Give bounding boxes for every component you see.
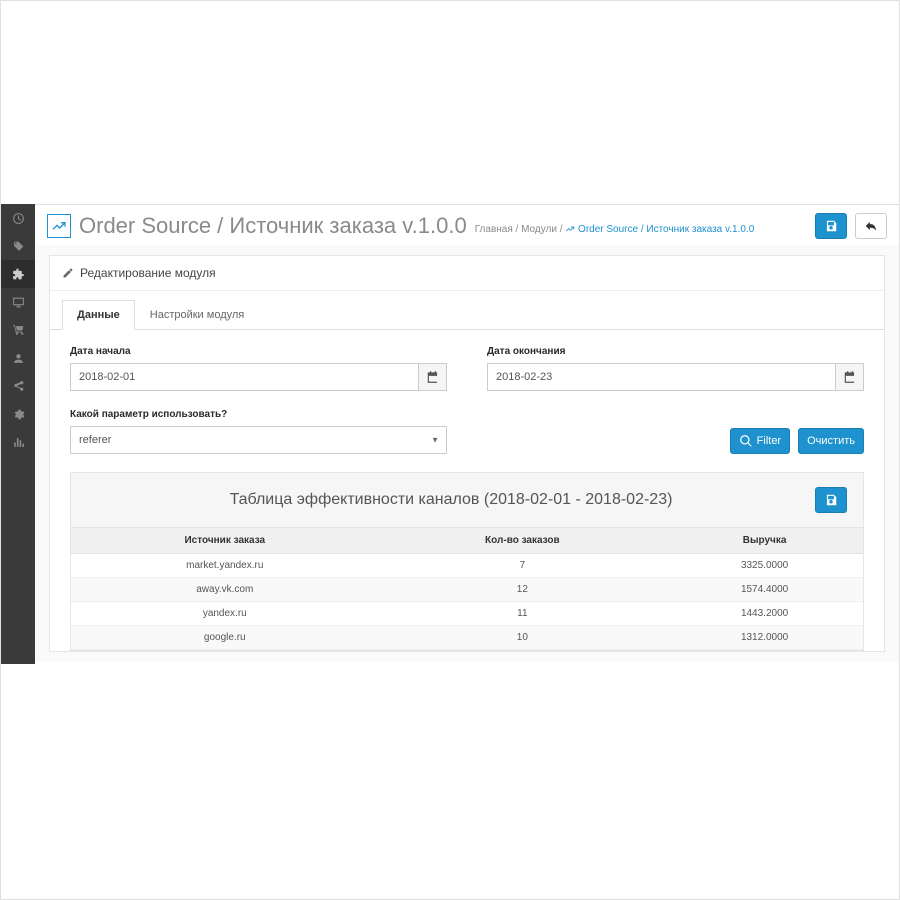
share-icon: [12, 380, 25, 393]
tag-icon: [12, 240, 25, 253]
monitor-icon: [12, 296, 25, 309]
cell-source: google.ru: [71, 626, 379, 650]
save-icon: [824, 219, 838, 233]
tab-data[interactable]: Данные: [62, 300, 135, 330]
cell-source: market.yandex.ru: [71, 554, 379, 578]
sidebar-item-reports[interactable]: [1, 428, 35, 456]
breadcrumb-modules[interactable]: Модули: [521, 224, 557, 235]
sidebar-item-sales[interactable]: [1, 316, 35, 344]
table-row: google.ru101312.0000: [71, 626, 863, 650]
panel-heading-text: Редактирование модуля: [80, 266, 216, 280]
save-button[interactable]: [815, 213, 847, 239]
cell-orders: 11: [379, 602, 667, 626]
filter-button[interactable]: Filter: [730, 428, 790, 454]
header-actions: [815, 213, 887, 239]
date-start-input[interactable]: [70, 363, 419, 391]
dashboard-icon: [12, 212, 25, 225]
export-button[interactable]: [815, 487, 847, 513]
bar-chart-icon: [12, 436, 25, 449]
cell-source: away.vk.com: [71, 578, 379, 602]
sidebar-item-catalog[interactable]: [1, 232, 35, 260]
sidebar-item-dashboard[interactable]: [1, 204, 35, 232]
clear-button[interactable]: Очистить: [798, 428, 864, 454]
back-button[interactable]: [855, 213, 887, 239]
breadcrumb-current[interactable]: Order Source / Источник заказа v.1.0.0: [578, 224, 754, 235]
breadcrumb-home[interactable]: Главная: [475, 224, 513, 235]
form-area: Дата начала Дата окончания: [50, 330, 884, 652]
tab-settings[interactable]: Настройки модуля: [135, 300, 259, 330]
cell-orders: 10: [379, 626, 667, 650]
chart-line-icon: [51, 218, 67, 234]
breadcrumb: Главная / Модули / Order Source / Источн…: [475, 224, 815, 235]
page-title-icon: [47, 214, 71, 238]
sidebar: [1, 204, 35, 664]
sidebar-item-extensions[interactable]: [1, 260, 35, 288]
reply-icon: [864, 219, 878, 233]
date-end-input[interactable]: [487, 363, 836, 391]
search-icon: [739, 434, 753, 448]
results-title: Таблица эффективности каналов (2018-02-0…: [87, 491, 815, 509]
date-start-picker-button[interactable]: [419, 363, 447, 391]
chart-line-icon: [565, 224, 575, 234]
cart-icon: [12, 324, 25, 337]
page-header: Order Source / Источник заказа v.1.0.0 Г…: [35, 205, 899, 245]
sidebar-item-system[interactable]: [1, 400, 35, 428]
sidebar-item-design[interactable]: [1, 288, 35, 316]
cell-orders: 7: [379, 554, 667, 578]
table-row: away.vk.com121574.4000: [71, 578, 863, 602]
cell-orders: 12: [379, 578, 667, 602]
calendar-icon: [426, 370, 440, 384]
results-table: Источник заказа Кол-во заказов Выручка m…: [71, 527, 863, 650]
tabs: Данные Настройки модуля: [50, 299, 884, 330]
cell-revenue: 1312.0000: [666, 626, 863, 650]
page-title: Order Source / Источник заказа v.1.0.0: [79, 213, 467, 239]
calendar-icon: [843, 370, 857, 384]
gear-icon: [12, 408, 25, 421]
cell-revenue: 1574.4000: [666, 578, 863, 602]
col-source: Источник заказа: [71, 528, 379, 554]
date-end-picker-button[interactable]: [836, 363, 864, 391]
app-window: Order Source / Источник заказа v.1.0.0 Г…: [0, 0, 900, 900]
cell-source: yandex.ru: [71, 602, 379, 626]
col-revenue: Выручка: [666, 528, 863, 554]
panel-heading: Редактирование модуля: [50, 256, 884, 291]
save-icon: [824, 493, 838, 507]
main-content: Order Source / Источник заказа v.1.0.0 Г…: [35, 204, 899, 662]
table-row: market.yandex.ru73325.0000: [71, 554, 863, 578]
col-orders: Кол-во заказов: [379, 528, 667, 554]
param-select[interactable]: referer: [70, 426, 447, 454]
edit-panel: Редактирование модуля Данные Настройки м…: [49, 255, 885, 652]
user-icon: [12, 352, 25, 365]
sidebar-item-marketing[interactable]: [1, 372, 35, 400]
results-panel: Таблица эффективности каналов (2018-02-0…: [70, 472, 864, 651]
puzzle-icon: [12, 268, 25, 281]
table-row: yandex.ru111443.2000: [71, 602, 863, 626]
sidebar-item-customers[interactable]: [1, 344, 35, 372]
cell-revenue: 3325.0000: [666, 554, 863, 578]
date-end-label: Дата окончания: [487, 346, 864, 357]
cell-revenue: 1443.2000: [666, 602, 863, 626]
date-start-label: Дата начала: [70, 346, 447, 357]
pencil-icon: [62, 267, 74, 279]
param-label: Какой параметр использовать?: [70, 409, 447, 420]
